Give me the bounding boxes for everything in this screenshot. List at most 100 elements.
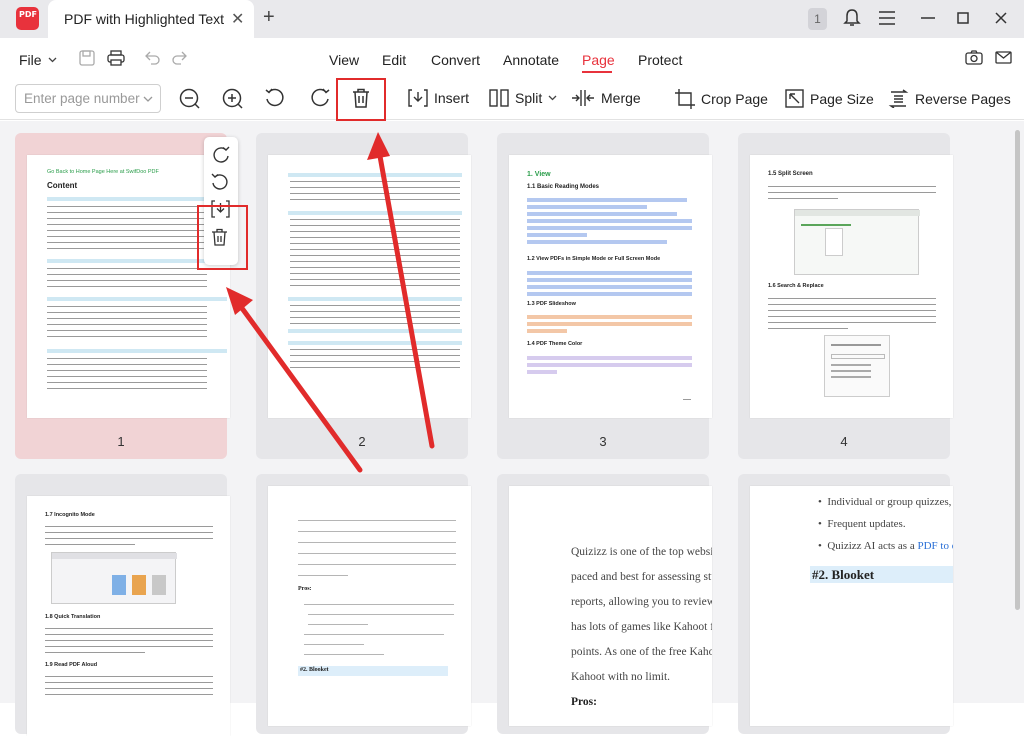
page8-bullet: • Quizizz AI acts as a PDF to quiz m xyxy=(818,540,953,552)
toc-line xyxy=(47,330,207,331)
menu-convert[interactable]: Convert xyxy=(431,52,480,68)
page3-subheading: 1.4 PDF Theme Color xyxy=(527,341,583,347)
merge-label: Merge xyxy=(601,90,641,106)
page-card-8[interactable]: • Individual or group quizzes, assig • F… xyxy=(738,474,953,734)
page7-line: Quizizz is one of the top websites sir xyxy=(571,546,712,558)
page4-subheading: 1.5 Split Screen xyxy=(768,171,813,177)
hamburger-menu-icon[interactable] xyxy=(879,11,895,25)
text-line xyxy=(768,192,936,193)
merge-button[interactable]: Merge xyxy=(571,89,641,107)
minimize-icon[interactable] xyxy=(921,17,935,20)
toc-line xyxy=(290,305,460,306)
page-size-button[interactable]: Page Size xyxy=(785,89,874,108)
window-close-icon[interactable] xyxy=(995,12,1007,24)
page8-bullet-text: Individual or group quizzes, assig xyxy=(827,496,953,508)
highlighted-text xyxy=(527,370,557,374)
page-card-1[interactable]: Go Back to Home Page Here at SwifDoo PDF… xyxy=(15,133,230,459)
chevron-down-icon[interactable] xyxy=(48,57,57,63)
toc-line xyxy=(290,355,460,356)
tab-close-icon[interactable]: ✕ xyxy=(231,9,244,29)
menu-edit[interactable]: Edit xyxy=(382,52,406,68)
chevron-down-icon[interactable] xyxy=(143,96,153,102)
rotate-left-icon[interactable] xyxy=(211,173,230,191)
menu-annotate[interactable]: Annotate xyxy=(503,52,559,68)
insert-label: Insert xyxy=(434,90,470,106)
toc-line xyxy=(290,231,460,232)
page-card-5[interactable]: 1.7 Incognito Mode 1.8 Quick Translation… xyxy=(15,474,230,736)
page-thumbnail-5: 1.7 Incognito Mode 1.8 Quick Translation… xyxy=(27,496,230,736)
page8-link: PDF to quiz m xyxy=(917,540,953,552)
menu-view[interactable]: View xyxy=(329,52,359,68)
insert-button[interactable]: Insert xyxy=(408,89,469,107)
delete-page-icon[interactable] xyxy=(352,88,370,108)
page-thumbnail-1: Go Back to Home Page Here at SwifDoo PDF… xyxy=(27,155,230,418)
rotate-left-icon[interactable] xyxy=(265,88,286,108)
toc-section-bar xyxy=(288,297,462,301)
page-number-label: 1 xyxy=(117,434,125,449)
toc-line xyxy=(47,230,207,231)
zoom-in-icon[interactable] xyxy=(222,88,243,109)
app-logo-text: PDF xyxy=(19,10,37,19)
bell-icon[interactable] xyxy=(843,8,861,28)
menu-page[interactable]: Page xyxy=(582,52,615,68)
highlighted-text xyxy=(527,212,677,216)
page8-bullet-text: Frequent updates. xyxy=(827,518,906,530)
text-line xyxy=(45,688,213,689)
bullet-line xyxy=(304,644,364,645)
toc-line xyxy=(47,274,207,275)
toc-line xyxy=(47,364,207,365)
toc-line xyxy=(47,224,207,225)
page-number-label: 4 xyxy=(840,434,848,449)
bullet-line xyxy=(304,654,384,655)
highlighted-text xyxy=(527,322,692,326)
rotate-right-icon[interactable] xyxy=(211,146,230,164)
page-card-3[interactable]: 1. View 1.1 Basic Reading Modes 1.2 View… xyxy=(497,133,712,459)
camera-icon[interactable] xyxy=(965,50,983,65)
highlighted-text xyxy=(527,205,647,209)
menu-protect[interactable]: Protect xyxy=(638,52,682,68)
crop-icon xyxy=(675,89,695,109)
rotate-right-icon[interactable] xyxy=(309,88,330,108)
document-tab[interactable]: PDF with Highlighted Text ✕ xyxy=(48,0,254,38)
text-line xyxy=(768,322,936,323)
text-line xyxy=(45,694,213,695)
toc-line xyxy=(47,268,207,269)
save-icon[interactable] xyxy=(79,50,95,66)
reverse-pages-button[interactable]: Reverse Pages xyxy=(888,89,1011,108)
new-tab-button[interactable]: + xyxy=(263,6,275,29)
toc-line xyxy=(290,225,460,226)
toc-line xyxy=(47,318,207,319)
toc-line xyxy=(47,218,207,219)
page1-heading: Content xyxy=(47,181,78,190)
page-card-2[interactable]: 2 xyxy=(256,133,471,459)
toc-section-bar xyxy=(288,329,462,333)
split-button[interactable]: Split xyxy=(489,89,557,107)
zoom-out-icon[interactable] xyxy=(179,88,200,109)
maximize-icon[interactable] xyxy=(957,12,969,24)
tab-title: PDF with Highlighted Text xyxy=(64,11,225,27)
page7-line: reports, allowing you to review the r xyxy=(571,596,712,608)
undo-icon[interactable] xyxy=(145,51,161,65)
mail-icon[interactable] xyxy=(995,51,1012,64)
page-card-6[interactable]: Pros: #2. Blooket xyxy=(256,474,471,734)
page3-subheading: 1.1 Basic Reading Modes xyxy=(527,184,600,190)
toc-line xyxy=(290,267,460,268)
page-card-4[interactable]: 1.5 Split Screen 1.6 Search & Replace 4 xyxy=(738,133,953,459)
toc-section-bar xyxy=(288,211,462,215)
notification-count-badge[interactable]: 1 xyxy=(808,8,827,30)
page-number-input[interactable]: Enter page number xyxy=(15,84,161,113)
highlighted-text xyxy=(527,329,567,333)
vertical-scrollbar[interactable] xyxy=(1015,130,1020,610)
redo-icon[interactable] xyxy=(171,51,187,65)
highlighted-text xyxy=(527,233,587,237)
toc-line xyxy=(290,273,460,274)
highlighted-text xyxy=(527,292,692,296)
text-line xyxy=(298,575,348,576)
page-card-7[interactable]: Quizizz is one of the top websites sir p… xyxy=(497,474,712,734)
toc-section-bar xyxy=(288,341,462,345)
text-line xyxy=(45,628,213,629)
file-menu[interactable]: File xyxy=(19,52,42,68)
print-icon[interactable] xyxy=(107,50,125,66)
highlighted-text xyxy=(527,219,692,223)
crop-page-button[interactable]: Crop Page xyxy=(675,89,768,109)
